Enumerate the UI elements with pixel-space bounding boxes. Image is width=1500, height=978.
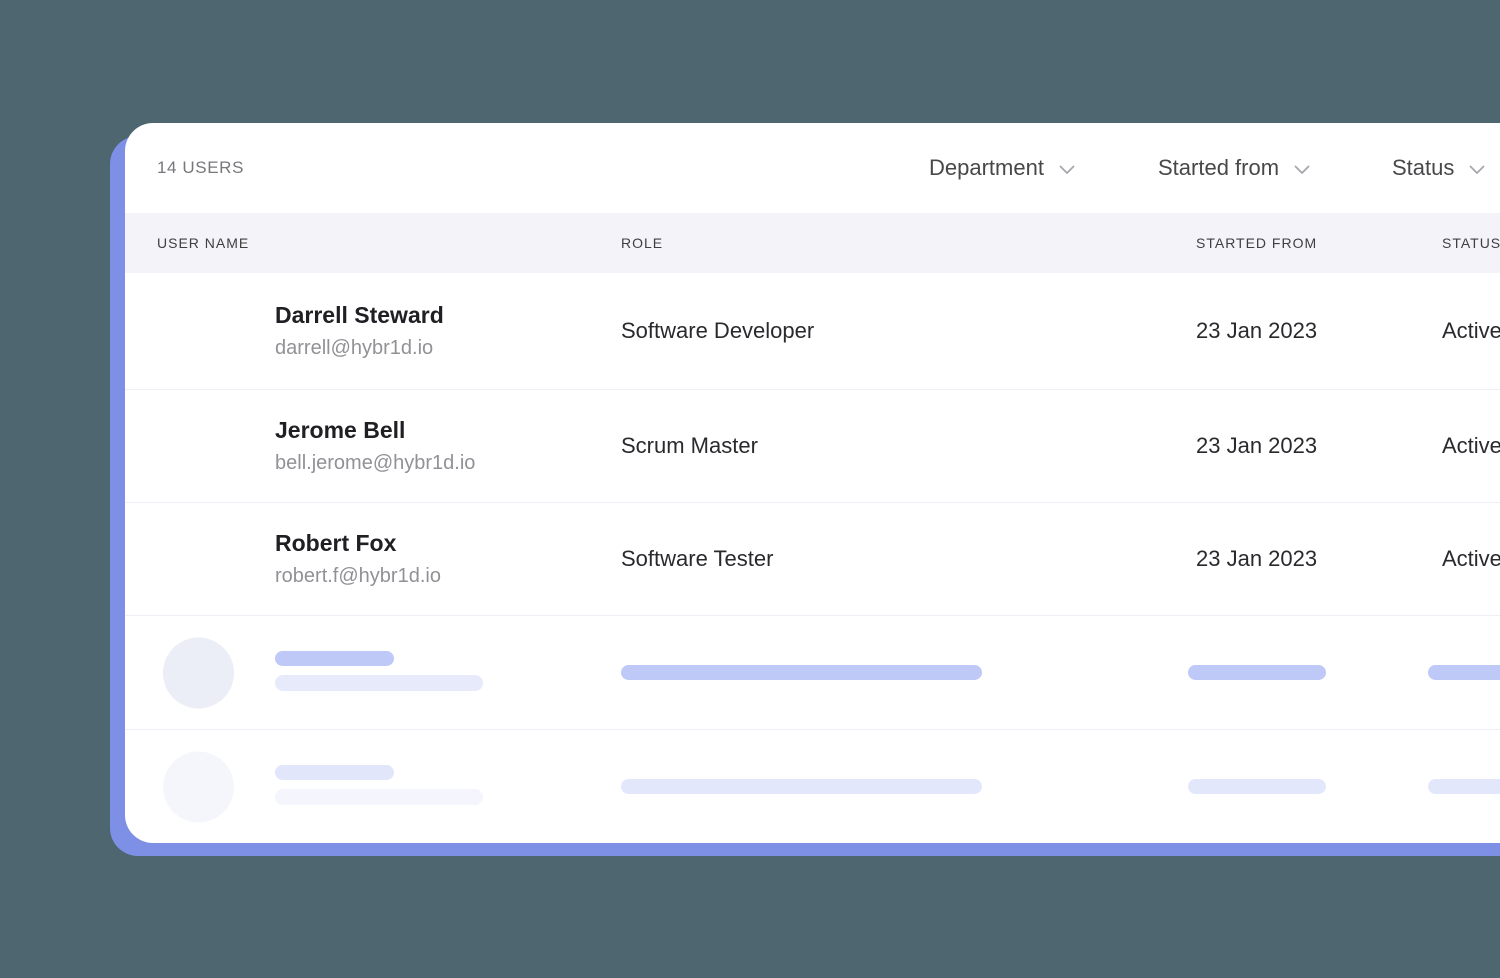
table-row[interactable]: Darrell Steward darrell@hybr1d.io Softwa… [125,273,1500,390]
users-count-label: 14 USERS [157,158,245,177]
filter-department-label: Department [929,155,1044,180]
role-skeleton-cell [621,779,1196,794]
filter-status-label: Status [1392,155,1455,180]
started-from-skeleton-cell [1188,665,1442,680]
loading-row [125,616,1500,730]
role-skeleton-bar [621,665,982,680]
avatar-placeholder [163,637,234,708]
users-table-card: 14 USERS Department Started from Status … [125,123,1500,843]
status-skeleton-bar [1428,665,1500,680]
chevron-down-icon [1294,165,1310,175]
user-name: Jerome Bell [275,416,406,443]
user-cell: Robert Fox robert.f@hybr1d.io [125,530,621,589]
filter-started-from-label: Started from [1158,155,1280,180]
email-skeleton-bar [275,674,483,691]
table-row[interactable]: Robert Fox robert.f@hybr1d.io Software T… [125,503,1500,616]
user-cell: Jerome Bell bell.jerome@hybr1d.io [125,417,621,476]
status-cell: Active [1442,318,1500,343]
toolbar: 14 USERS Department Started from Status [125,123,1500,213]
user-email: bell.jerome@hybr1d.io [275,452,476,475]
started-from-cell: 23 Jan 2023 [1196,318,1318,343]
user-cell: Darrell Steward darrell@hybr1d.io [125,302,621,361]
loading-row [125,730,1500,843]
column-header-status: STATUS [1442,235,1500,251]
started-from-skeleton-bar [1188,779,1326,794]
column-header-started-from: STARTED FROM [1196,235,1318,251]
started-from-cell: 23 Jan 2023 [1196,433,1318,458]
status-skeleton-cell [1428,665,1500,680]
user-email: darrell@hybr1d.io [275,337,434,360]
email-skeleton-bar [275,788,483,805]
role-skeleton-cell [621,665,1196,680]
table-header-row: USER NAME ROLE STARTED FROM STATUS [125,213,1500,273]
column-header-user-name: USER NAME [157,235,250,251]
avatar-placeholder [163,751,234,822]
user-email: robert.f@hybr1d.io [275,565,441,588]
chevron-down-icon [1469,165,1485,175]
user-name: Robert Fox [275,529,397,556]
status-skeleton-cell [1428,779,1500,794]
loading-user-cell [125,637,621,708]
table-row[interactable]: Jerome Bell bell.jerome@hybr1d.io Scrum … [125,390,1500,503]
role-skeleton-bar [621,779,982,794]
chevron-down-icon [1059,165,1075,175]
loading-user-cell [125,751,621,822]
role-cell: Scrum Master [621,433,758,458]
started-from-cell: 23 Jan 2023 [1196,546,1318,571]
status-skeleton-bar [1428,779,1500,794]
started-from-skeleton-cell [1188,779,1442,794]
name-skeleton-bar [275,650,394,666]
role-cell: Software Tester [621,546,774,571]
filter-status[interactable]: Status [1392,155,1485,181]
filter-started-from[interactable]: Started from [1158,155,1310,181]
page-background: 14 USERS Department Started from Status … [0,0,1500,978]
user-name: Darrell Steward [275,301,444,328]
status-cell: Active [1442,433,1500,458]
filter-department[interactable]: Department [929,155,1075,181]
started-from-skeleton-bar [1188,665,1326,680]
name-skeleton-bar [275,764,394,780]
column-header-role: ROLE [621,235,664,251]
status-cell: Active [1442,546,1500,571]
role-cell: Software Developer [621,318,815,343]
